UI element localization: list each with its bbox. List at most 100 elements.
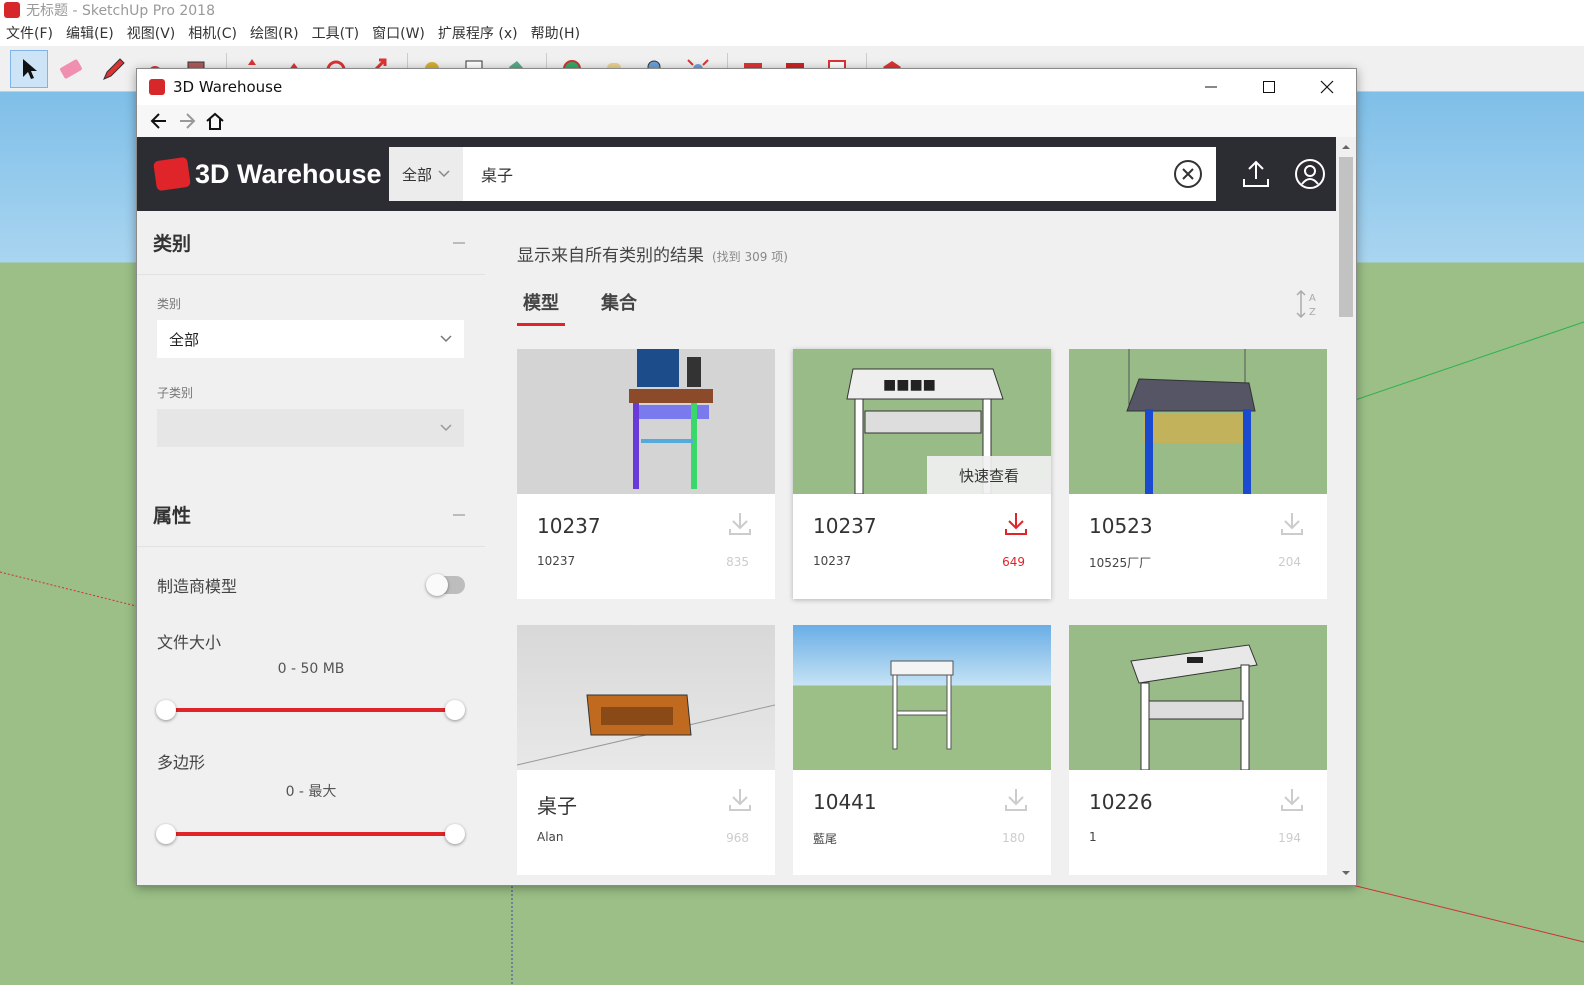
back-button[interactable]: [145, 107, 173, 135]
model-name[interactable]: 10226: [1089, 790, 1153, 814]
maximize-icon: [1263, 81, 1275, 93]
eraser-tool-button[interactable]: [52, 50, 90, 88]
model-card[interactable]: 10226 1 194: [1069, 625, 1327, 875]
download-count: 968: [726, 831, 749, 845]
download-button[interactable]: [727, 787, 753, 817]
model-card[interactable]: ■■■■ 快速查看 10237 10237 649: [793, 349, 1051, 599]
filesize-slider[interactable]: [156, 699, 465, 720]
tab-models[interactable]: 模型: [517, 289, 565, 326]
model-thumbnail[interactable]: [1069, 349, 1327, 494]
attributes-section-header[interactable]: 属性: [137, 483, 485, 547]
model-author[interactable]: 10237: [537, 554, 575, 568]
search-bar: 全部: [389, 147, 1216, 201]
menu-tools[interactable]: 工具(T): [312, 23, 359, 43]
model-author[interactable]: Alan: [537, 830, 564, 844]
download-count: 180: [1002, 831, 1025, 845]
model-thumbnail[interactable]: ■■■■ 快速查看: [793, 349, 1051, 494]
category-header-label: 类别: [153, 233, 192, 255]
model-thumbnail[interactable]: [1069, 625, 1327, 770]
model-card[interactable]: 10441 藍尾 180: [793, 625, 1051, 875]
model-name[interactable]: 10523: [1089, 514, 1153, 538]
model-name[interactable]: 10441: [813, 790, 877, 814]
upload-icon: [1243, 160, 1269, 187]
account-button[interactable]: [1293, 157, 1327, 191]
home-button[interactable]: [201, 107, 229, 135]
results-text: 显示来自所有类别的结果: [517, 246, 704, 266]
small-desk-thumbnail: [890, 660, 954, 750]
collapse-icon: [453, 241, 465, 244]
user-icon: [1295, 159, 1325, 189]
download-button[interactable]: [1003, 511, 1029, 541]
model-name[interactable]: 桌子: [537, 790, 577, 819]
svg-text:A: A: [1309, 293, 1316, 304]
slider-max-handle[interactable]: [445, 700, 465, 720]
pencil-tool-button[interactable]: [94, 50, 132, 88]
dialog-title-bar: 3D Warehouse: [137, 69, 1356, 105]
download-icon: [1281, 513, 1303, 535]
model-card[interactable]: 10523 10525厂厂 204: [1069, 349, 1327, 599]
model-name[interactable]: 10237: [813, 514, 877, 538]
polygons-filter: 多边形: [157, 749, 465, 773]
manufacturer-label: 制造商模型: [157, 577, 238, 596]
sort-button[interactable]: AZ: [1295, 289, 1321, 323]
model-author[interactable]: 10237: [813, 554, 851, 568]
blue-desk-thumbnail: [1126, 349, 1256, 494]
chevron-down-icon: [440, 335, 452, 343]
menu-camera[interactable]: 相机(C): [188, 23, 237, 43]
download-button[interactable]: [727, 511, 753, 541]
download-icon: [1005, 789, 1027, 811]
select-tool-button[interactable]: [10, 49, 48, 88]
manufacturer-toggle[interactable]: [426, 574, 465, 596]
app-title-bar: 无标题 - SketchUp Pro 2018: [0, 0, 1584, 20]
search-scope-dropdown[interactable]: 全部: [389, 147, 463, 201]
warehouse-header: 3D Warehouse 全部: [137, 137, 1336, 211]
download-button[interactable]: [1279, 511, 1305, 541]
close-button[interactable]: [1298, 69, 1356, 105]
home-icon: [206, 112, 224, 130]
pencil-icon: [103, 57, 125, 80]
vertical-scrollbar[interactable]: [1336, 137, 1356, 885]
clear-search-button[interactable]: [1160, 159, 1216, 189]
menu-help[interactable]: 帮助(H): [531, 23, 580, 43]
menu-draw[interactable]: 绘图(R): [250, 23, 299, 43]
upload-button[interactable]: [1239, 157, 1273, 191]
maximize-button[interactable]: [1240, 69, 1298, 105]
download-button[interactable]: [1003, 787, 1029, 817]
model-card[interactable]: 10237 10237 835: [517, 349, 775, 599]
slider-min-handle[interactable]: [156, 700, 176, 720]
warehouse-brand[interactable]: 3D Warehouse: [153, 156, 389, 192]
model-name[interactable]: 10237: [537, 514, 601, 538]
menu-view[interactable]: 视图(V): [127, 23, 176, 43]
polygons-label: 多边形: [157, 753, 206, 772]
menu-edit[interactable]: 编辑(E): [66, 23, 114, 43]
forward-button[interactable]: [173, 107, 201, 135]
search-input[interactable]: [481, 149, 1160, 199]
tab-collections[interactable]: 集合: [595, 289, 643, 326]
slider-min-handle[interactable]: [156, 824, 176, 844]
category-select[interactable]: 全部: [157, 320, 464, 358]
menu-file[interactable]: 文件(F): [6, 23, 53, 43]
window-controls: [1182, 69, 1356, 105]
quick-view-button[interactable]: 快速查看: [927, 456, 1051, 494]
model-thumbnail[interactable]: [517, 349, 775, 494]
filesize-filter: 文件大小: [157, 629, 465, 653]
model-author[interactable]: 1: [1089, 830, 1097, 844]
polygons-slider[interactable]: [156, 823, 465, 844]
minimize-button[interactable]: [1182, 69, 1240, 105]
category-section-header[interactable]: 类别: [137, 211, 485, 275]
scrollbar-thumb[interactable]: [1339, 157, 1353, 317]
results-summary: 显示来自所有类别的结果 (找到 309 项): [517, 241, 788, 266]
download-button[interactable]: [1279, 787, 1305, 817]
slider-max-handle[interactable]: [445, 824, 465, 844]
model-author[interactable]: 10525厂厂: [1089, 554, 1151, 571]
menu-window[interactable]: 窗口(W): [372, 23, 425, 43]
app-title: 无标题 - SketchUp Pro 2018: [26, 3, 215, 19]
sort-az-icon: AZ: [1296, 289, 1316, 319]
model-card[interactable]: 桌子 Alan 968: [517, 625, 775, 875]
desk-computer-thumbnail: [629, 349, 713, 489]
menu-extensions[interactable]: 扩展程序 (x): [438, 23, 518, 43]
model-author[interactable]: 藍尾: [813, 830, 837, 847]
model-thumbnail[interactable]: [793, 625, 1051, 770]
model-thumbnail[interactable]: [517, 625, 775, 770]
subcategory-select[interactable]: [157, 409, 464, 447]
